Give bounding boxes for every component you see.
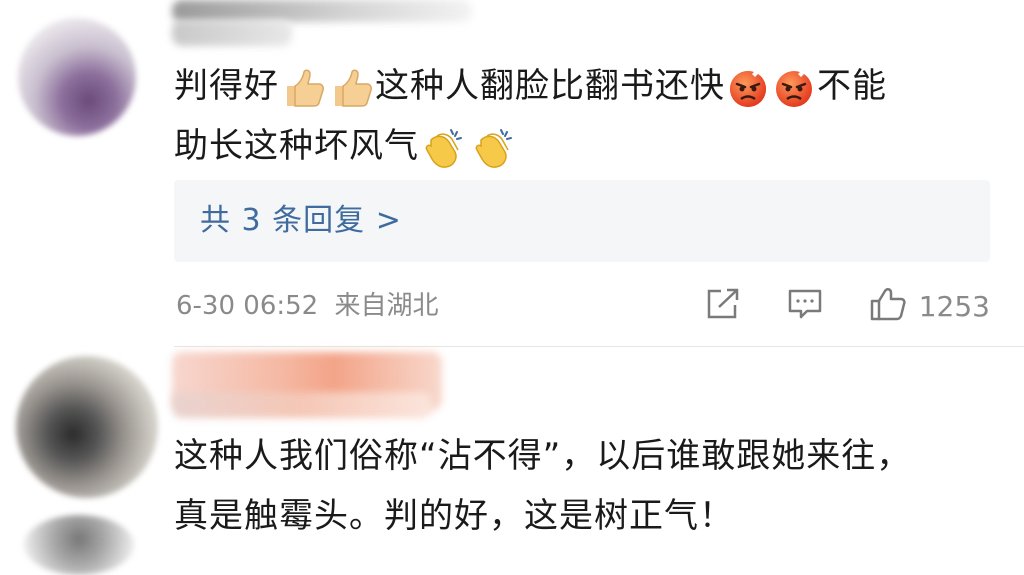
- username-blurred[interactable]: [172, 0, 472, 22]
- comment-icon: [787, 287, 823, 325]
- avatar[interactable]: [16, 356, 158, 498]
- clapping-hands-emoji: [471, 126, 517, 170]
- share-button[interactable]: [705, 287, 741, 325]
- avatar[interactable]: [24, 515, 134, 575]
- thumbs-up-emoji: [329, 68, 373, 108]
- comment-text: 判得好 这种人翻脸比翻书还快 不能 助长这种坏风气: [174, 56, 974, 176]
- thumbs-up-emoji: [281, 68, 325, 108]
- replies-box[interactable]: 共 3 条回复 >: [174, 180, 990, 262]
- avatar[interactable]: [18, 18, 136, 136]
- comment-actions: 1253: [705, 282, 990, 330]
- comment-text: 这种人我们俗称“沾不得”，以后谁敢跟她来往， 真是触霉头。判的好，这是树正气！: [174, 426, 974, 546]
- username-blurred: [172, 392, 432, 418]
- like-count: 1253: [918, 289, 990, 323]
- view-replies-link[interactable]: 共 3 条回复 >: [200, 180, 402, 262]
- comment-text-segment: 判得好: [174, 66, 279, 106]
- comment-text-segment: 这种人我们俗称“沾不得”，以后谁敢跟她来往，: [174, 436, 912, 476]
- username-blurred: [172, 20, 292, 46]
- share-icon: [705, 287, 741, 325]
- like-button[interactable]: 1253: [869, 286, 990, 326]
- angry-face-emoji: [727, 67, 769, 109]
- comment-text-segment: 这种人翻脸比翻书还快: [375, 66, 725, 106]
- comment-button[interactable]: [787, 287, 823, 325]
- comment-text-segment: 不能: [817, 66, 887, 106]
- location: 来自湖北: [334, 291, 439, 321]
- timestamp: 6-30 06:52: [176, 291, 319, 321]
- comment-meta: 6-30 06:52 来自湖北: [176, 282, 438, 330]
- comment-text-segment: 助长这种坏风气: [174, 126, 419, 166]
- angry-face-emoji: [773, 67, 815, 109]
- clapping-hands-emoji: [421, 126, 467, 170]
- comment-text-segment: 真是触霉头。判的好，这是树正气！: [174, 496, 734, 536]
- thumbs-up-icon: [869, 286, 907, 326]
